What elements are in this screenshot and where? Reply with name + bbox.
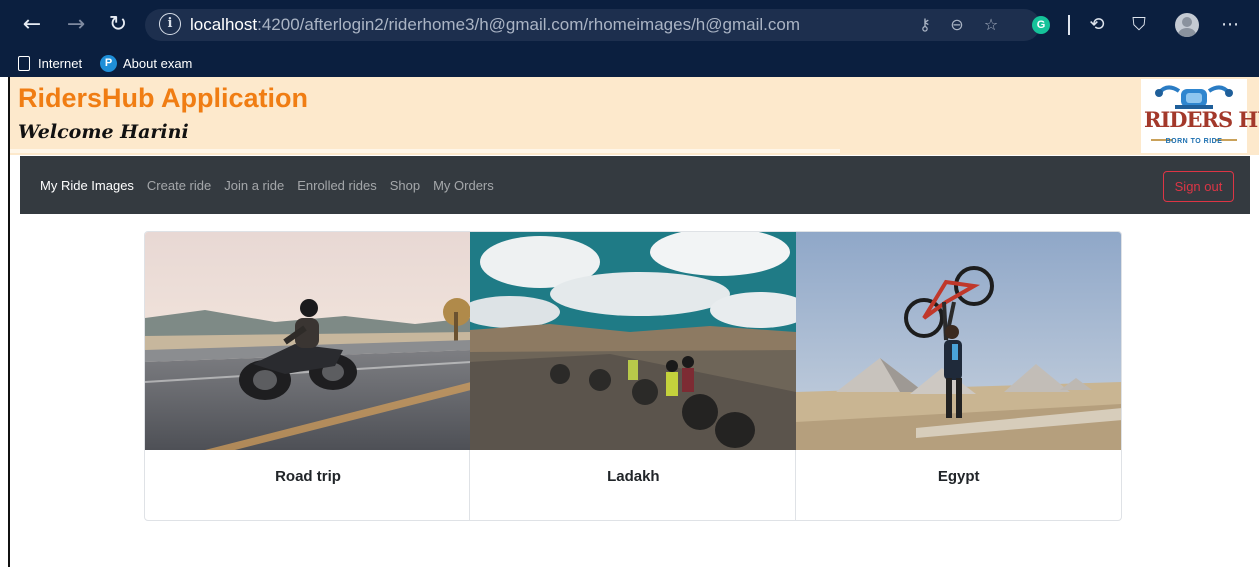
road-trip-image bbox=[145, 232, 471, 450]
ride-card-egypt[interactable]: Egypt bbox=[795, 232, 1121, 520]
welcome-message: Welcome Harini bbox=[18, 121, 189, 143]
page-content: RidersHub Application Welcome Harini RID… bbox=[8, 77, 1259, 567]
nav-enrolled-rides[interactable]: Enrolled rides bbox=[297, 178, 377, 193]
ride-card-ladakh[interactable]: Ladakh bbox=[470, 232, 797, 520]
history-icon[interactable]: ⟲ bbox=[1083, 11, 1111, 39]
browser-essentials-icon[interactable]: ⛉ bbox=[1125, 11, 1153, 39]
address-row: ← → ↻ i localhost:4200/afterlogin2/rider… bbox=[0, 0, 1259, 50]
url-path: :4200/afterlogin2/riderhome3/h@gmail.com… bbox=[257, 15, 800, 34]
key-icon[interactable]: ⚷ bbox=[913, 13, 937, 37]
ladakh-image bbox=[470, 232, 797, 450]
add-favorite-icon[interactable]: ☆ bbox=[979, 13, 1003, 37]
card-title: Ladakh bbox=[607, 468, 660, 485]
app-title: RidersHub Application bbox=[18, 83, 309, 113]
favorite-label: About exam bbox=[123, 55, 193, 71]
url-host: localhost bbox=[190, 15, 258, 34]
favorite-label: Internet bbox=[38, 55, 83, 71]
favorite-internet[interactable]: Internet bbox=[18, 53, 82, 73]
browser-toolbar: ← → ↻ i localhost:4200/afterlogin2/rider… bbox=[0, 0, 1259, 77]
page-icon bbox=[18, 55, 30, 71]
nav-my-orders[interactable]: My Orders bbox=[433, 178, 494, 193]
back-arrow-icon[interactable]: ← bbox=[18, 11, 46, 39]
nav-join-ride[interactable]: Join a ride bbox=[224, 178, 284, 193]
more-options-icon[interactable]: ⋯ bbox=[1216, 11, 1244, 39]
refresh-icon[interactable]: ↻ bbox=[104, 11, 132, 39]
nav-shop[interactable]: Shop bbox=[390, 178, 420, 193]
grammarly-extension-icon[interactable]: G bbox=[1032, 16, 1050, 34]
nav-links: My Ride Images Create ride Join a ride E… bbox=[40, 156, 507, 214]
address-bar[interactable]: i localhost:4200/afterlogin2/riderhome3/… bbox=[145, 9, 1040, 41]
sign-out-button[interactable]: Sign out bbox=[1163, 171, 1234, 202]
nav-my-ride-images[interactable]: My Ride Images bbox=[40, 178, 134, 193]
zoom-out-icon[interactable]: ⊖ bbox=[945, 13, 969, 37]
favorites-bar: Internet P About exam bbox=[0, 50, 1259, 77]
nav-create-ride[interactable]: Create ride bbox=[147, 178, 211, 193]
info-icon[interactable]: i bbox=[159, 13, 181, 35]
logo-tagline: BORN TO RIDE bbox=[1165, 138, 1223, 145]
profile-avatar[interactable] bbox=[1175, 13, 1199, 37]
favorite-about-exam[interactable]: P About exam bbox=[100, 53, 192, 73]
riders-hub-logo: RIDERS HUB BORN TO RIDE bbox=[1141, 79, 1259, 153]
forward-arrow-icon[interactable]: → bbox=[62, 11, 90, 39]
main-navbar: My Ride Images Create ride Join a ride E… bbox=[20, 156, 1250, 214]
ride-image-cards: Road trip Ladakh Egypt bbox=[144, 231, 1122, 521]
header-divider bbox=[10, 149, 840, 153]
toolbar-divider bbox=[1068, 15, 1070, 35]
card-title: Egypt bbox=[937, 468, 980, 485]
card-title: Road trip bbox=[275, 468, 341, 485]
p-badge-icon: P bbox=[100, 54, 117, 72]
logo-text: RIDERS HUB bbox=[1144, 107, 1259, 132]
egypt-image bbox=[795, 232, 1121, 450]
url-text[interactable]: localhost:4200/afterlogin2/riderhome3/h@… bbox=[190, 15, 800, 35]
ride-card-road-trip[interactable]: Road trip bbox=[145, 232, 471, 520]
